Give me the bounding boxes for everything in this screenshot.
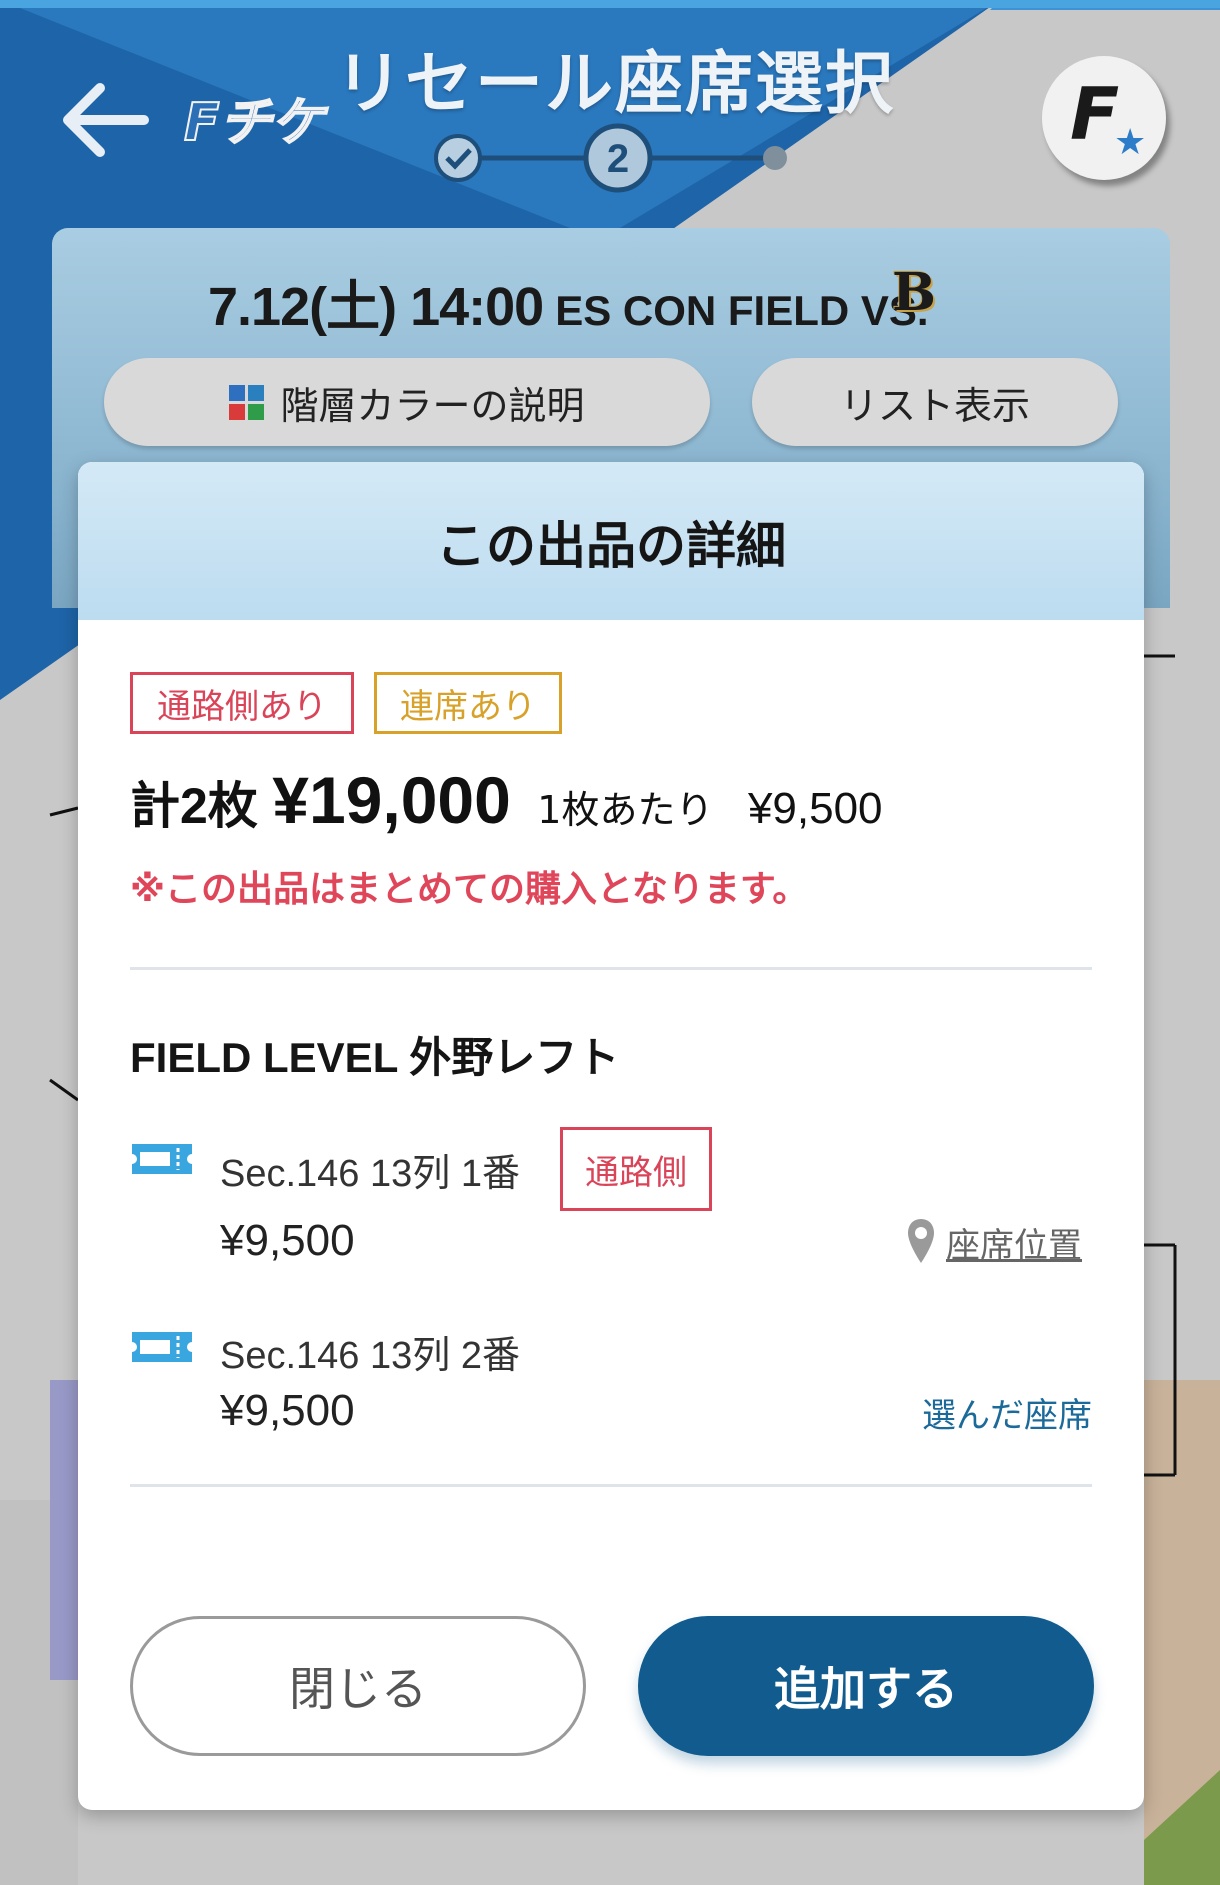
- color-legend-button[interactable]: 階層カラーの説明: [104, 358, 710, 446]
- map-pin-icon: [908, 1219, 934, 1263]
- event-date-time: 7.12(土) 14:00: [208, 277, 544, 337]
- list-view-label: リスト表示: [839, 383, 1030, 428]
- aisle-available-badge: 通路側あり: [130, 672, 354, 734]
- ticket-count: 計2枚: [130, 778, 258, 834]
- seat-2-label: Sec.146 13列 2番: [220, 1335, 520, 1377]
- seat-level-title: FIELD LEVEL 外野レフト: [130, 1034, 620, 1081]
- event-venue: ES CON FIELD VS.: [555, 287, 929, 334]
- star-icon: ★: [1114, 122, 1147, 163]
- seat-position-label: 座席位置: [946, 1225, 1082, 1266]
- page-title: リセール座席選択: [334, 45, 895, 124]
- step-1-complete: [434, 134, 482, 182]
- bundle-notice: ※この出品はまとめての購入となります。: [130, 869, 809, 910]
- progress-stepper: 2: [434, 123, 787, 193]
- listing-detail-modal: この出品の詳細 通路側あり 連席あり 計2枚 ¥19,000 1枚あたり ¥9,…: [78, 462, 1144, 1810]
- f-chike-logo: Fチケ: [183, 92, 330, 154]
- color-grid-icon: [229, 384, 265, 420]
- seat-1-price: ¥9,500: [220, 1216, 355, 1265]
- ticket-icon: [132, 1144, 192, 1174]
- modal-title: この出品の詳細: [436, 517, 786, 575]
- total-price: ¥19,000: [272, 763, 511, 837]
- add-button[interactable]: 追加する: [638, 1616, 1094, 1756]
- color-legend-label: 階層カラーの説明: [280, 383, 585, 428]
- close-button[interactable]: 閉じる: [130, 1616, 586, 1756]
- divider: [130, 1484, 1092, 1487]
- user-avatar-button[interactable]: F ★: [1042, 56, 1166, 180]
- avatar-letter: F: [1070, 72, 1120, 156]
- selected-seat-note: 選んだ座席: [922, 1396, 1092, 1436]
- event-info: 7.12(土) 14:00 ES CON FIELD VS.: [208, 262, 929, 341]
- step-2-number: 2: [607, 137, 629, 181]
- divider: [130, 967, 1092, 970]
- back-arrow-icon[interactable]: [60, 80, 150, 160]
- per-ticket-price: ¥9,500: [747, 784, 883, 833]
- opponent-team-logo: B: [892, 262, 936, 323]
- price-summary: 計2枚 ¥19,000 1枚あたり ¥9,500: [130, 762, 883, 838]
- logo-text: Fチケ: [184, 93, 329, 153]
- seat-position-link[interactable]: 座席位置: [906, 1214, 1082, 1270]
- ticket-icon: [132, 1332, 192, 1362]
- seat-2-price: ¥9,500: [220, 1386, 355, 1435]
- adjacent-seats-badge: 連席あり: [374, 672, 562, 734]
- seat-1-aisle-tag: 通路側: [560, 1127, 712, 1211]
- seat-1-label: Sec.146 13列 1番: [220, 1153, 520, 1195]
- list-view-button[interactable]: リスト表示: [752, 358, 1118, 446]
- per-ticket-label: 1枚あたり: [537, 788, 714, 832]
- step-3-pending: [763, 146, 787, 170]
